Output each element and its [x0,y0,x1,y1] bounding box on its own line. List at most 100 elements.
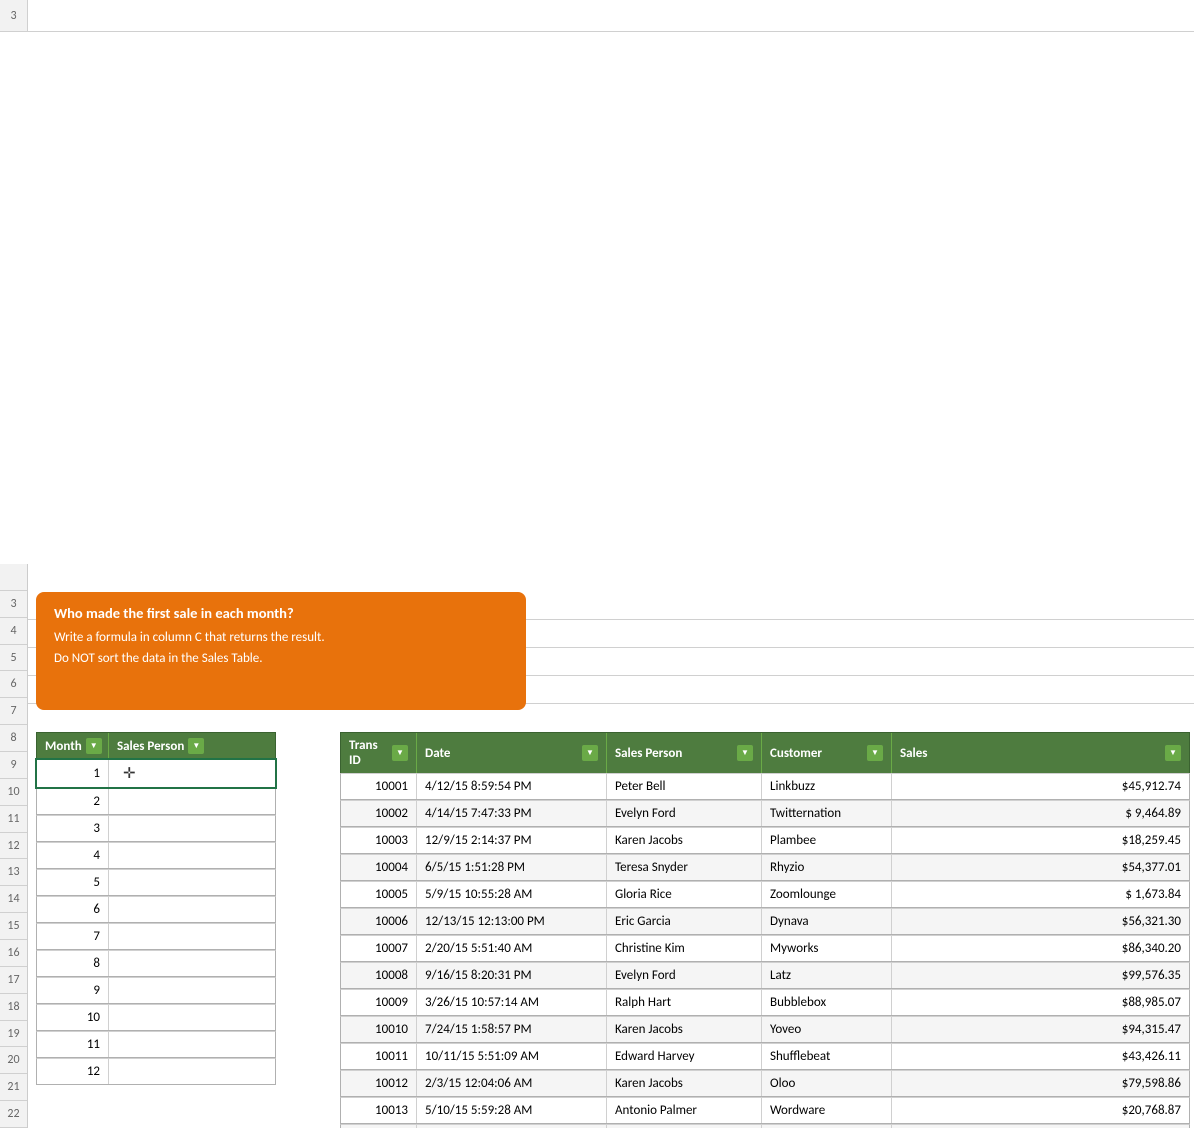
right-td-4: $56,321.30 [892,909,1189,934]
sp-cell-10 [109,1005,275,1030]
right-td-3: Latz [762,963,892,988]
right-td-2: Evelyn Ford [607,801,762,826]
right-td-2: Teresa Snyder [607,855,762,880]
callout-title: Who made the first sale in each month? [54,604,508,622]
right-td-3: Rhyzio [762,855,892,880]
rn-9: 9 [0,752,27,779]
right-td-1: 12/13/15 12:13:00 PM [417,909,607,934]
date-label: Date [425,746,450,761]
right-table-row: 100024/14/15 7:47:33 PMEvelyn FordTwitte… [340,800,1190,827]
right-table-row: 100093/26/15 10:57:14 AMRalph HartBubble… [340,989,1190,1016]
sales-header: Sales ▼ [892,733,1189,773]
transid-label: Trans ID [349,738,389,768]
right-td-4: $94,315.47 [892,1017,1189,1042]
right-table-row: 100046/5/15 1:51:28 PMTeresa SnyderRhyzi… [340,854,1190,881]
month-filter-icon[interactable]: ▼ [86,738,102,754]
right-td-4: $ 1,673.84 [892,882,1189,907]
rn-6: 6 [0,671,27,698]
row-3: 3 [0,0,1194,32]
right-td-3: Wordware [762,1098,892,1123]
transid-header: Trans ID ▼ [341,733,417,773]
rn-4: 4 [0,618,27,645]
sp-right-filter-icon[interactable]: ▼ [737,745,753,761]
left-table-row-8: 8 [36,950,276,977]
date-header: Date ▼ [417,733,607,773]
rn-3: 3 [0,591,27,618]
main-container: 3 4 5 6 7 8 9 10 11 12 13 14 15 16 17 18… [0,564,1194,1128]
right-table-row: 100055/9/15 10:55:28 AMGloria RiceZoomlo… [340,881,1190,908]
customer-filter-icon[interactable]: ▼ [867,745,883,761]
right-td-3: Oloo [762,1071,892,1096]
right-td-0: 10011 [341,1044,417,1069]
month-cell-6: 6 [37,897,109,922]
callout-line1: Write a formula in column C that returns… [54,630,325,645]
sp-cell-2 [109,789,275,814]
sp-cell-9 [109,978,275,1003]
right-td-4: $88,985.07 [892,990,1189,1015]
right-td-1: 4/12/15 8:59:54 PM [417,774,607,799]
right-td-1: 12/9/15 2:14:37 PM [417,828,607,853]
right-td-3: Bubblebox [762,990,892,1015]
right-td-0: 10005 [341,882,417,907]
right-td-0: 10003 [341,828,417,853]
right-td-0: 10007 [341,936,417,961]
right-table-row: 100107/24/15 1:58:57 PMKaren JacobsYoveo… [340,1016,1190,1043]
date-filter-icon[interactable]: ▼ [582,745,598,761]
left-table-row-3: 3 [36,815,276,842]
right-td-1: 5/10/15 5:59:28 AM [417,1098,607,1123]
left-table-row-12: 12 [36,1058,276,1085]
rn-20: 20 [0,1047,27,1074]
sp-cell-12 [109,1059,275,1084]
sp-cell-11 [109,1032,275,1057]
right-td-4: $86,340.20 [892,936,1189,961]
right-td-4: $ 9,464.89 [892,801,1189,826]
right-td-1: 10/11/15 5:51:09 AM [417,1044,607,1069]
sp-cell-7 [109,924,275,949]
customer-header: Customer ▼ [762,733,892,773]
right-td-3: Yoveo [762,1017,892,1042]
right-td-1: 5/9/15 10:55:28 AM [417,882,607,907]
right-table-row: 1000612/13/15 12:13:00 PMEric GarciaDyna… [340,908,1190,935]
right-td-0: 10001 [341,774,417,799]
right-td-2: Karen Jacobs [607,828,762,853]
month-cell-10: 10 [37,1005,109,1030]
cursor-icon: ✛ [123,764,136,783]
transid-filter-icon[interactable]: ▼ [392,745,408,761]
right-table-row: 1000312/9/15 2:14:37 PMKaren JacobsPlamb… [340,827,1190,854]
right-td-3: Myworks [762,936,892,961]
right-td-2: Peter Bell [607,774,762,799]
right-td-3: Shufflebeat [762,1044,892,1069]
right-td-2: Christine Kim [607,936,762,961]
rn-16: 16 [0,940,27,967]
month-cell-4: 4 [37,843,109,868]
rn-14: 14 [0,886,27,913]
sales-filter-icon[interactable]: ▼ [1165,745,1181,761]
rn-15: 15 [0,913,27,940]
left-table-row-4: 4 [36,842,276,869]
right-td-0: 10002 [341,801,417,826]
right-td-4: $54,377.01 [892,855,1189,880]
right-table-body: 100014/12/15 8:59:54 PMPeter BellLinkbuz… [340,773,1190,1128]
sp-header: Sales Person ▼ [109,733,275,759]
month-cell-9: 9 [37,978,109,1003]
callout-line2: Do NOT sort the data in the Sales Table. [54,651,263,666]
sp-filter-icon[interactable]: ▼ [188,738,204,754]
left-table: Month ▼ Sales Person ▼ 1✛23456789101112 [36,732,276,1085]
right-td-2: Karen Jacobs [607,1017,762,1042]
right-td-0: 10004 [341,855,417,880]
rn-21: 21 [0,1074,27,1101]
right-td-2: Gloria Rice [607,882,762,907]
month-cell-12: 12 [37,1059,109,1084]
month-cell-1: 1 [37,760,109,787]
right-td-1: 9/16/15 8:20:31 PM [417,963,607,988]
right-table-row: 100122/3/15 12:04:06 AMKaren JacobsOloo$… [340,1070,1190,1097]
sp-cell-1[interactable]: ✛ [109,760,275,787]
rn-19: 19 [0,1021,27,1048]
rn-18: 18 [0,994,27,1021]
month-cell-7: 7 [37,924,109,949]
month-cell-2: 2 [37,789,109,814]
right-td-2: Ralph Hart [607,990,762,1015]
right-td-4: $18,259.45 [892,828,1189,853]
right-td-4: $99,576.35 [892,963,1189,988]
rn-22: 22 [0,1101,27,1128]
